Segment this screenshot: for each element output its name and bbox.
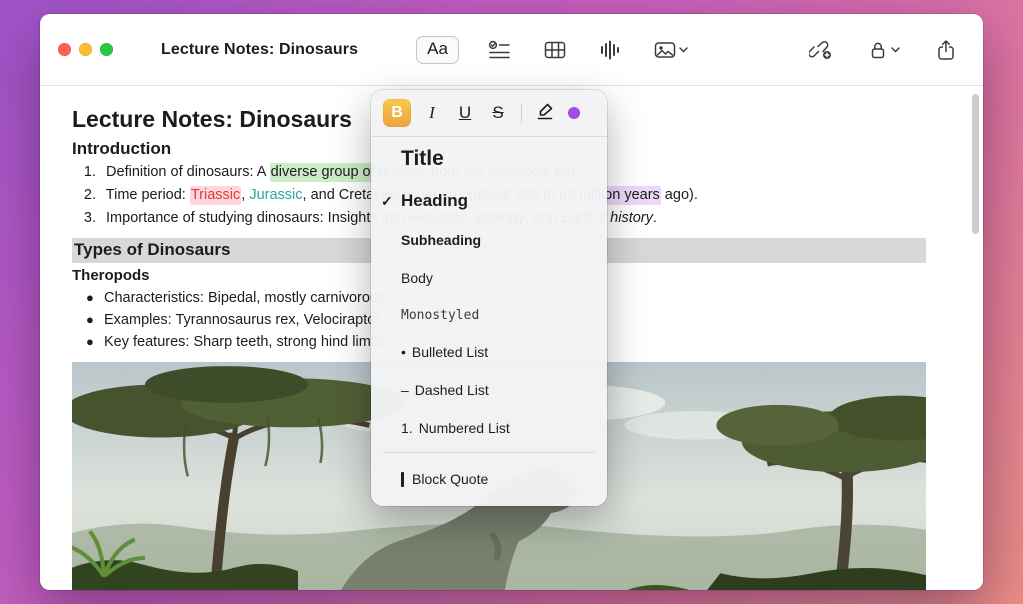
close-window-button[interactable] xyxy=(58,43,71,56)
style-label: Monostyled xyxy=(401,308,479,323)
style-option-monostyled[interactable]: Monostyled xyxy=(371,297,607,333)
audio-waveform-icon xyxy=(600,40,620,60)
style-label: Body xyxy=(401,270,433,286)
color-swatch[interactable] xyxy=(568,107,580,119)
share-icon xyxy=(936,39,956,61)
text-segment: Time period: xyxy=(106,187,190,203)
table-icon xyxy=(544,40,566,60)
style-option-block-quote[interactable]: Block Quote xyxy=(371,458,607,500)
checklist-icon xyxy=(488,40,510,60)
highlighter-button[interactable] xyxy=(533,101,557,126)
bullet-glyph: • xyxy=(401,344,406,360)
style-label: Bulleted List xyxy=(412,344,488,360)
format-style-popover: B I U S Title ✓ Heading xyxy=(371,90,607,506)
italic-button[interactable]: I xyxy=(420,103,444,123)
share-button[interactable] xyxy=(931,35,961,65)
notes-window: Lecture Notes: Dinosaurs Aa xyxy=(40,14,983,590)
format-buttons-row: B I U S xyxy=(371,90,607,136)
style-option-heading[interactable]: ✓ Heading xyxy=(371,181,607,221)
bullet-glyph: ● xyxy=(86,287,96,309)
desktop-wallpaper: Lecture Notes: Dinosaurs Aa xyxy=(0,0,1023,604)
underline-button[interactable]: U xyxy=(453,103,477,123)
zoom-window-button[interactable] xyxy=(100,43,113,56)
list-number: 2. xyxy=(80,184,96,207)
highlighter-icon xyxy=(535,101,555,121)
colored-text: Jurassic xyxy=(249,187,302,203)
divider xyxy=(521,103,522,123)
number-glyph: 1. xyxy=(401,420,413,436)
lock-button[interactable] xyxy=(863,36,905,64)
chevron-down-icon xyxy=(679,47,688,53)
style-option-body[interactable]: Body xyxy=(371,259,607,297)
style-label: Title xyxy=(401,147,444,171)
media-picker-icon xyxy=(654,40,676,60)
text-segment: Key features: Sharp teeth, strong hind l… xyxy=(104,334,390,350)
minimize-window-button[interactable] xyxy=(79,43,92,56)
window-title: Lecture Notes: Dinosaurs xyxy=(161,41,358,59)
window-titlebar: Lecture Notes: Dinosaurs Aa xyxy=(40,14,983,86)
text-segment: Definition of dinosaurs: A xyxy=(106,164,270,180)
text-segment: Examples: Tyrannosaurus rex, Velocirapto… xyxy=(104,312,383,328)
style-option-title[interactable]: Title xyxy=(371,137,607,181)
toolbar: Aa xyxy=(416,35,965,65)
block-quote-bar-icon xyxy=(401,472,404,487)
bold-button[interactable]: B xyxy=(383,99,411,127)
style-label: Heading xyxy=(401,191,468,211)
lock-icon xyxy=(868,40,888,60)
highlighted-text: Triassic xyxy=(190,186,241,205)
style-label: Block Quote xyxy=(412,471,488,487)
divider xyxy=(383,452,595,453)
text-segment: ago). xyxy=(661,187,698,203)
style-option-bulleted-list[interactable]: • Bulleted List xyxy=(371,333,607,371)
media-button[interactable] xyxy=(649,36,693,64)
dash-glyph: – xyxy=(401,382,409,398)
add-link-button[interactable] xyxy=(804,35,837,64)
table-button[interactable] xyxy=(539,36,571,64)
style-option-subheading[interactable]: Subheading xyxy=(371,221,607,259)
style-option-numbered-list[interactable]: 1. Numbered List xyxy=(371,409,607,447)
audio-record-button[interactable] xyxy=(595,36,625,64)
scrollbar-thumb[interactable] xyxy=(972,94,979,234)
checklist-button[interactable] xyxy=(483,36,515,64)
text-segment: . xyxy=(653,210,657,226)
style-label: Numbered List xyxy=(419,420,510,436)
bullet-glyph: ● xyxy=(86,309,96,331)
bullet-glyph: ● xyxy=(86,331,96,353)
window-controls xyxy=(58,43,113,56)
style-label: Subheading xyxy=(401,232,481,248)
format-text-button[interactable]: Aa xyxy=(416,36,459,64)
checkmark-icon: ✓ xyxy=(381,193,401,210)
style-option-dashed-list[interactable]: – Dashed List xyxy=(371,371,607,409)
list-number: 3. xyxy=(80,207,96,230)
add-link-icon xyxy=(809,39,832,60)
chevron-down-icon xyxy=(891,47,900,53)
text-segment: Characteristics: Bipedal, mostly carnivo… xyxy=(104,290,389,306)
style-label: Dashed List xyxy=(415,382,489,398)
list-number: 1. xyxy=(80,161,96,184)
strikethrough-button[interactable]: S xyxy=(486,103,510,123)
